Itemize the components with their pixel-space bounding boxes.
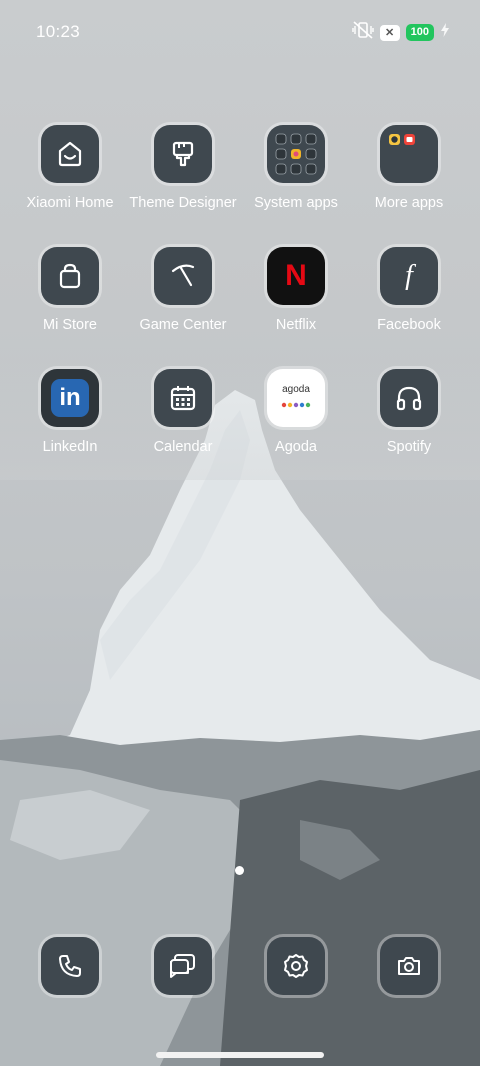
messages-icon[interactable] <box>154 937 212 995</box>
charging-bolt-icon <box>440 23 450 42</box>
settings-icon[interactable] <box>267 937 325 995</box>
more-apps-folder-icon[interactable] <box>380 125 438 183</box>
mi-store-icon[interactable] <box>41 247 99 305</box>
app-label: System apps <box>254 195 338 211</box>
dock-settings[interactable] <box>241 937 351 995</box>
app-xiaomi-home[interactable]: Xiaomi Home <box>15 125 125 211</box>
game-center-icon[interactable] <box>154 247 212 305</box>
home-indicator-bar[interactable] <box>156 1052 324 1058</box>
app-label: Spotify <box>386 439 432 455</box>
agoda-logo: agoda <box>282 383 310 395</box>
app-label: Calendar <box>153 439 213 455</box>
app-theme-designer[interactable]: Theme Designer <box>128 125 238 211</box>
camera-icon[interactable] <box>380 937 438 995</box>
facebook-icon[interactable]: f <box>380 247 438 305</box>
home-screen: 10:23 ✕ 100 Xiaomi Home Theme Designer S… <box>0 0 480 1066</box>
dock-camera[interactable] <box>354 937 464 995</box>
app-facebook[interactable]: f Facebook <box>354 247 464 333</box>
vibrate-off-icon <box>351 20 374 45</box>
app-spotify[interactable]: Spotify <box>354 369 464 455</box>
netflix-icon[interactable]: N <box>267 247 325 305</box>
app-label: Netflix <box>275 317 317 333</box>
notification-x-icon: ✕ <box>379 24 400 41</box>
app-more-apps-folder[interactable]: More apps <box>354 125 464 211</box>
theme-designer-icon[interactable] <box>154 125 212 183</box>
linkedin-icon[interactable]: in <box>41 369 99 427</box>
app-label: LinkedIn <box>42 439 98 455</box>
facebook-logo: f <box>405 260 413 291</box>
page-indicator-dot <box>235 866 244 875</box>
status-bar: 10:23 ✕ 100 <box>0 0 480 62</box>
app-label: Agoda <box>275 439 317 455</box>
linkedin-logo: in <box>51 379 89 417</box>
battery-level: 100 <box>405 24 434 41</box>
app-label: Facebook <box>377 317 441 333</box>
netflix-logo: N <box>285 259 307 292</box>
app-label: Xiaomi Home <box>26 195 114 211</box>
app-game-center[interactable]: Game Center <box>128 247 238 333</box>
app-label: Mi Store <box>43 317 97 333</box>
app-netflix[interactable]: N Netflix <box>241 247 351 333</box>
app-agoda[interactable]: agoda Agoda <box>241 369 351 455</box>
dock-messages[interactable] <box>128 937 238 995</box>
xiaomi-home-icon[interactable] <box>41 125 99 183</box>
clock: 10:23 <box>36 22 81 41</box>
app-system-apps-folder[interactable]: System apps <box>241 125 351 211</box>
agoda-dots <box>281 402 311 407</box>
app-calendar[interactable]: Calendar <box>128 369 238 455</box>
spotify-icon[interactable] <box>380 369 438 427</box>
agoda-icon[interactable]: agoda <box>267 369 325 427</box>
app-linkedin[interactable]: in LinkedIn <box>15 369 125 455</box>
phone-icon[interactable] <box>41 937 99 995</box>
app-label: Theme Designer <box>129 195 237 211</box>
app-label: Game Center <box>139 317 227 333</box>
calendar-icon[interactable] <box>154 369 212 427</box>
status-icons: ✕ 100 <box>351 20 450 45</box>
app-mi-store[interactable]: Mi Store <box>15 247 125 333</box>
app-label: More apps <box>374 195 444 211</box>
system-apps-folder-icon[interactable] <box>267 125 325 183</box>
dock-phone[interactable] <box>15 937 125 995</box>
